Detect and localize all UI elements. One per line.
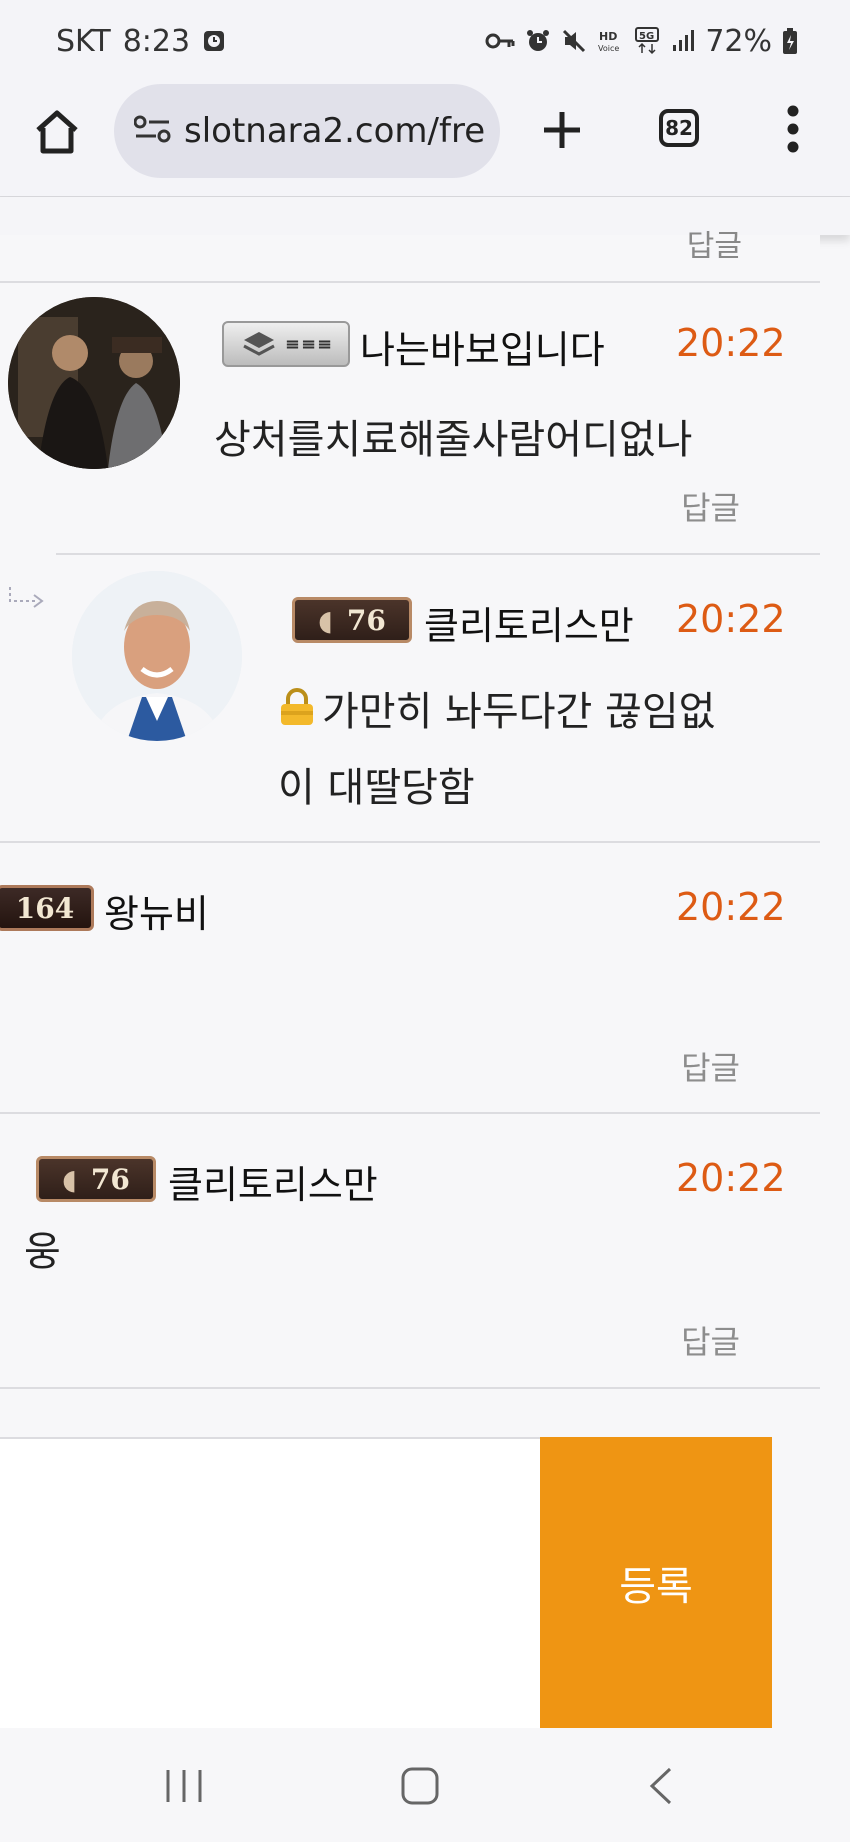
level-badge: ◖ 76 <box>36 1156 156 1202</box>
level-number: 76 <box>346 603 386 637</box>
5g-icon: 5G <box>635 27 661 55</box>
carrier-label: SKT <box>56 23 111 59</box>
reply-link[interactable]: 답글 <box>681 1043 740 1089</box>
plus-icon <box>544 112 580 148</box>
home-icon <box>36 110 78 154</box>
divider <box>0 1112 820 1114</box>
lock-icon <box>278 677 316 751</box>
url-text: slotnara2.com/fre <box>184 111 486 151</box>
comment-text: 웅 <box>24 1229 61 1275</box>
home-button[interactable] <box>33 108 81 156</box>
divider <box>0 1387 820 1389</box>
divider <box>56 553 820 555</box>
home-nav-button[interactable] <box>400 1766 440 1810</box>
reply-link[interactable]: 답글 <box>681 483 740 529</box>
comment-text: 가만히 놔두다간 끊임없이 대딸당함 <box>278 675 748 825</box>
key-icon <box>485 31 515 51</box>
avatar[interactable] <box>72 571 242 741</box>
divider <box>0 281 820 283</box>
comment-time: 20:22 <box>676 1156 786 1200</box>
comment-time: 20:22 <box>676 597 786 641</box>
svg-text:HD: HD <box>599 30 617 43</box>
more-menu-button[interactable] <box>786 104 800 154</box>
comment-username[interactable]: 나는바보입니다 <box>360 319 605 374</box>
status-bar: SKT 8:23 HD Voice 5G 72% <box>0 0 850 82</box>
tab-switcher-button[interactable]: 82 <box>659 109 699 147</box>
clock-time: 8:23 <box>122 23 191 59</box>
level-badge: 164 <box>0 885 94 931</box>
svg-text:5G: 5G <box>639 31 654 42</box>
level-number: 76 <box>90 1162 130 1196</box>
navigation-bar <box>0 1728 850 1842</box>
browser-toolbar: slotnara2.com/fre 82 <box>0 82 850 197</box>
avatar[interactable] <box>8 297 180 469</box>
address-bar[interactable]: slotnara2.com/fre <box>114 84 500 178</box>
page-header-strip <box>0 197 850 235</box>
divider <box>0 841 820 843</box>
submit-button[interactable]: 등록 <box>540 1437 772 1728</box>
back-icon <box>649 1767 672 1805</box>
signal-icon <box>671 29 695 53</box>
comment-input[interactable] <box>0 1437 540 1730</box>
comment-time: 20:22 <box>676 321 786 365</box>
clock-icon <box>202 29 226 53</box>
recents-icon <box>166 1770 202 1802</box>
comment-username[interactable]: 클리토리스만 <box>168 1154 378 1209</box>
site-info-icon[interactable] <box>133 114 172 148</box>
reply-arrow-icon <box>9 587 44 608</box>
comment-time: 20:22 <box>676 885 786 929</box>
level-badge: ◖ 76 <box>292 597 412 643</box>
svg-text:Voice: Voice <box>598 44 619 53</box>
tab-count: 82 <box>665 116 693 140</box>
reply-link[interactable]: 답글 <box>681 1317 740 1363</box>
comment-username[interactable]: 왕뉴비 <box>104 883 209 938</box>
comment-text: 상처를치료해줄사람어디없나 <box>214 417 693 463</box>
comment-text-body: 가만히 놔두다간 끊임없이 대딸당함 <box>278 689 716 811</box>
alarm-icon <box>525 28 551 54</box>
level-badge: ≡≡≡ <box>222 321 350 367</box>
hd-voice-icon: HD Voice <box>597 28 625 54</box>
new-tab-button[interactable] <box>540 108 584 152</box>
comment-username[interactable]: 클리토리스만 <box>424 595 634 650</box>
level-number: 164 <box>15 891 75 925</box>
mute-icon <box>561 28 587 54</box>
battery-percent: 72% <box>705 23 772 59</box>
more-vert-icon <box>787 105 799 153</box>
battery-icon <box>782 27 798 55</box>
home-nav-icon <box>401 1767 439 1805</box>
recents-button[interactable] <box>164 1766 204 1810</box>
back-button[interactable] <box>646 1766 676 1810</box>
